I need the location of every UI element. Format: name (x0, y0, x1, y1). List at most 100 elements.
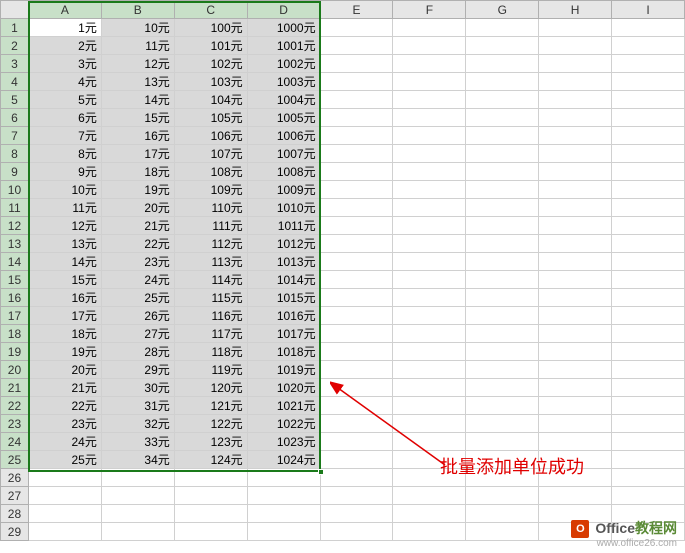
cell[interactable] (320, 145, 393, 163)
cell[interactable]: 124元 (174, 451, 247, 469)
cell[interactable] (539, 397, 612, 415)
cell[interactable] (393, 19, 466, 37)
cell[interactable]: 1002元 (247, 55, 320, 73)
cell[interactable]: 1004元 (247, 91, 320, 109)
cell[interactable] (174, 505, 247, 523)
cell[interactable] (320, 505, 393, 523)
cell[interactable] (393, 379, 466, 397)
cell[interactable] (466, 145, 539, 163)
cell[interactable]: 22元 (101, 235, 174, 253)
cell[interactable]: 22元 (28, 397, 101, 415)
column-header-d[interactable]: D (247, 1, 320, 19)
cell[interactable] (393, 181, 466, 199)
cell[interactable] (320, 325, 393, 343)
cell[interactable] (612, 379, 685, 397)
cell[interactable]: 118元 (174, 343, 247, 361)
cell[interactable]: 8元 (28, 145, 101, 163)
cell[interactable]: 25元 (101, 289, 174, 307)
cell[interactable]: 12元 (28, 217, 101, 235)
row-header[interactable]: 21 (1, 379, 29, 397)
cell[interactable]: 13元 (101, 73, 174, 91)
cell[interactable]: 23元 (28, 415, 101, 433)
cell[interactable] (320, 55, 393, 73)
cell[interactable] (320, 19, 393, 37)
cell[interactable] (393, 235, 466, 253)
cell[interactable]: 117元 (174, 325, 247, 343)
cell[interactable] (28, 487, 101, 505)
cell[interactable]: 27元 (101, 325, 174, 343)
column-header-c[interactable]: C (174, 1, 247, 19)
cell[interactable]: 119元 (174, 361, 247, 379)
cell[interactable] (612, 19, 685, 37)
cell[interactable] (320, 487, 393, 505)
cell[interactable]: 1003元 (247, 73, 320, 91)
cell[interactable] (393, 163, 466, 181)
cell[interactable] (393, 199, 466, 217)
row-header[interactable]: 9 (1, 163, 29, 181)
cell[interactable]: 112元 (174, 235, 247, 253)
cell[interactable] (393, 253, 466, 271)
cell[interactable] (393, 145, 466, 163)
cell[interactable] (320, 343, 393, 361)
cell[interactable] (612, 469, 685, 487)
cell[interactable] (539, 235, 612, 253)
cell[interactable] (466, 271, 539, 289)
row-header[interactable]: 11 (1, 199, 29, 217)
row-header[interactable]: 22 (1, 397, 29, 415)
cell[interactable] (247, 487, 320, 505)
cell[interactable]: 13元 (28, 235, 101, 253)
cell[interactable] (28, 469, 101, 487)
cell[interactable]: 31元 (101, 397, 174, 415)
cell[interactable]: 1021元 (247, 397, 320, 415)
row-header[interactable]: 5 (1, 91, 29, 109)
row-header[interactable]: 23 (1, 415, 29, 433)
cell[interactable]: 21元 (28, 379, 101, 397)
column-header-h[interactable]: H (539, 1, 612, 19)
cell[interactable] (466, 163, 539, 181)
cell[interactable] (393, 73, 466, 91)
cell[interactable] (539, 343, 612, 361)
cell[interactable] (539, 253, 612, 271)
cell[interactable] (539, 55, 612, 73)
cell[interactable] (466, 181, 539, 199)
cell[interactable]: 1012元 (247, 235, 320, 253)
cell[interactable]: 1006元 (247, 127, 320, 145)
cell[interactable]: 1017元 (247, 325, 320, 343)
cell[interactable]: 115元 (174, 289, 247, 307)
cell[interactable]: 1005元 (247, 109, 320, 127)
cell[interactable] (174, 469, 247, 487)
cell[interactable] (539, 199, 612, 217)
cell[interactable] (466, 487, 539, 505)
cell[interactable]: 4元 (28, 73, 101, 91)
cell[interactable]: 16元 (28, 289, 101, 307)
cell[interactable]: 32元 (101, 415, 174, 433)
cell[interactable] (393, 505, 466, 523)
cell[interactable] (320, 523, 393, 541)
column-header-i[interactable]: I (612, 1, 685, 19)
cell[interactable] (320, 397, 393, 415)
cell[interactable]: 24元 (28, 433, 101, 451)
cell[interactable]: 111元 (174, 217, 247, 235)
cell[interactable] (320, 181, 393, 199)
cell[interactable]: 19元 (101, 181, 174, 199)
cell[interactable] (466, 217, 539, 235)
cell[interactable] (539, 325, 612, 343)
cell[interactable]: 6元 (28, 109, 101, 127)
row-header[interactable]: 12 (1, 217, 29, 235)
cell[interactable] (320, 91, 393, 109)
cell[interactable] (28, 523, 101, 541)
cell[interactable] (612, 343, 685, 361)
cell[interactable] (320, 109, 393, 127)
cell[interactable]: 20元 (101, 199, 174, 217)
cell[interactable] (393, 37, 466, 55)
cell[interactable] (320, 469, 393, 487)
cell[interactable] (539, 433, 612, 451)
cell[interactable]: 15元 (28, 271, 101, 289)
cell[interactable] (393, 343, 466, 361)
cell[interactable] (612, 271, 685, 289)
cell[interactable] (612, 451, 685, 469)
cell[interactable] (539, 73, 612, 91)
cell[interactable] (466, 415, 539, 433)
row-header[interactable]: 20 (1, 361, 29, 379)
cell[interactable]: 123元 (174, 433, 247, 451)
